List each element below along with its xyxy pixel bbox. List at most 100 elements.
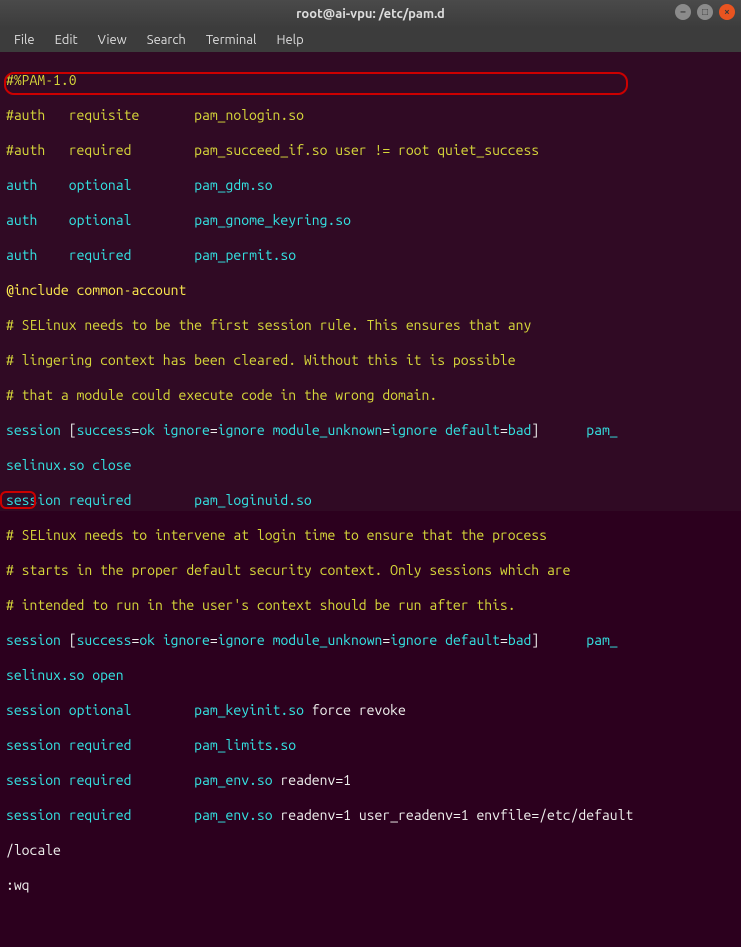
space	[351, 807, 359, 823]
eq: =	[500, 422, 508, 438]
space	[84, 667, 92, 683]
bracket: [	[61, 422, 77, 438]
key: ignore	[163, 632, 210, 648]
module-cont: selinux.so	[6, 457, 84, 473]
eq: =	[500, 632, 508, 648]
key: default	[445, 632, 500, 648]
eq: =	[335, 807, 343, 823]
key: success	[77, 632, 132, 648]
comment: # lingering context has been cleared. Wi…	[6, 352, 516, 368]
module: pam_permit.so	[194, 247, 296, 263]
directive: @include	[6, 282, 69, 298]
vim-command[interactable]: :wq	[6, 877, 30, 893]
menu-terminal[interactable]: Terminal	[198, 30, 265, 50]
key: module_unknown	[273, 632, 383, 648]
window-controls: – □ ×	[675, 4, 735, 20]
val: 1	[343, 807, 351, 823]
menu-view[interactable]: View	[90, 30, 135, 50]
val: ignore	[218, 632, 265, 648]
comment-highlighted: #auth required pam_succeed_if.so user !=…	[6, 142, 539, 158]
space	[155, 632, 163, 648]
path-cont: /locale	[6, 842, 61, 858]
val: 1	[461, 807, 469, 823]
keyword: session	[6, 702, 61, 718]
key: readenv	[280, 772, 335, 788]
comment: #auth requisite pam_nologin.so	[6, 107, 304, 123]
key: ignore	[163, 422, 210, 438]
val: /etc/default	[539, 807, 633, 823]
val: ignore	[390, 632, 437, 648]
key: envfile	[476, 807, 531, 823]
keyword: auth	[6, 247, 37, 263]
eq: =	[382, 632, 390, 648]
val: ignore	[390, 422, 437, 438]
module: pam_keyinit.so	[194, 702, 304, 718]
space	[69, 282, 77, 298]
module: pam_env.so	[194, 807, 272, 823]
keyword: session	[6, 737, 61, 753]
menu-edit[interactable]: Edit	[47, 30, 86, 50]
module: pam_	[539, 422, 617, 438]
val: ok	[139, 422, 155, 438]
space	[265, 422, 273, 438]
keyword: auth	[6, 177, 37, 193]
minimize-button[interactable]: –	[675, 4, 691, 20]
text: required	[61, 737, 194, 753]
window-title: root@ai-vpu: /etc/pam.d	[296, 6, 445, 22]
comment: #%PAM-1.0	[6, 72, 77, 88]
key: success	[77, 422, 132, 438]
comment: # intended to run in the user's context …	[6, 597, 516, 613]
close-button[interactable]: ×	[719, 4, 735, 20]
menu-help[interactable]: Help	[268, 30, 311, 50]
text: optional	[37, 212, 194, 228]
text: optional	[37, 177, 194, 193]
menu-file[interactable]: File	[6, 30, 43, 50]
module: pam_limits.so	[194, 737, 296, 753]
comment: # starts in the proper default security …	[6, 562, 570, 578]
keyword: session	[6, 422, 61, 438]
val: bad	[508, 422, 532, 438]
keyword: session	[6, 772, 61, 788]
key: readenv	[280, 807, 335, 823]
bracket: [	[61, 632, 77, 648]
bracket: ]	[531, 632, 539, 648]
space	[469, 807, 477, 823]
eq: =	[210, 422, 218, 438]
module: pam_env.so	[194, 772, 272, 788]
text: required	[61, 772, 194, 788]
space	[437, 632, 445, 648]
module: pam_gdm.so	[194, 177, 272, 193]
eq: =	[531, 807, 539, 823]
space	[273, 807, 281, 823]
eq: =	[210, 632, 218, 648]
val: ok	[139, 632, 155, 648]
terminal-viewport[interactable]: #%PAM-1.0 #auth requisite pam_nologin.so…	[0, 52, 741, 511]
module-cont: selinux.so	[6, 667, 84, 683]
maximize-button[interactable]: □	[697, 4, 713, 20]
val: ignore	[218, 422, 265, 438]
space	[437, 422, 445, 438]
text: optional	[61, 702, 194, 718]
comment: # that a module could execute code in th…	[6, 387, 437, 403]
val: 1	[343, 772, 351, 788]
module: pam_loginuid.so	[194, 492, 312, 508]
window-titlebar: root@ai-vpu: /etc/pam.d – □ ×	[0, 0, 741, 28]
menubar: File Edit View Search Terminal Help	[0, 28, 741, 52]
key: module_unknown	[273, 422, 383, 438]
space	[265, 632, 273, 648]
module: pam_gnome_keyring.so	[194, 212, 351, 228]
eq: =	[335, 772, 343, 788]
menu-search[interactable]: Search	[139, 30, 194, 50]
keyword: auth	[6, 212, 37, 228]
text: required	[61, 807, 194, 823]
args: force revoke	[304, 702, 406, 718]
val: bad	[508, 632, 532, 648]
keyword: session	[6, 807, 61, 823]
space	[273, 772, 281, 788]
key: default	[445, 422, 500, 438]
comment: # SELinux needs to be the first session …	[6, 317, 531, 333]
module: pam_	[539, 632, 617, 648]
text: required	[61, 492, 194, 508]
text: required	[37, 247, 194, 263]
eq: =	[131, 632, 139, 648]
